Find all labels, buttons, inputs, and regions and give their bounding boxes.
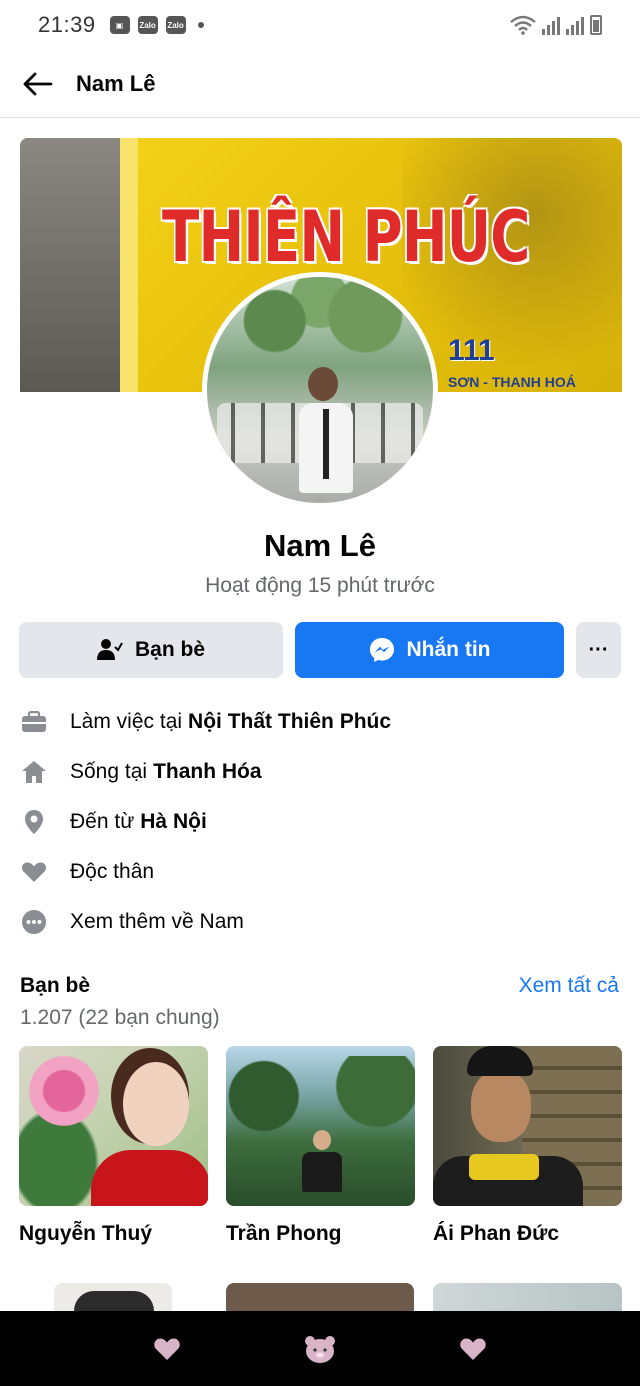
info-lives-prefix: Sống tại [70, 760, 148, 783]
battery-icon [590, 15, 602, 35]
header-title: Nam Lê [76, 70, 156, 96]
top-app-bar: Nam Lê [0, 50, 640, 118]
friend-photo-partial[interactable] [433, 1283, 622, 1313]
info-work-value: Nội Thất Thiên Phúc [188, 710, 392, 733]
friend-card[interactable]: Nguyễn Thuý [19, 1046, 208, 1246]
cover-sign-text: THIÊN PHÚC [162, 196, 530, 278]
nav-heart-button[interactable] [147, 1329, 187, 1369]
gallery-icon: ▣ [109, 16, 130, 34]
arrow-left-icon [23, 72, 53, 95]
nav-bear-button[interactable] [300, 1329, 340, 1369]
info-from[interactable]: Đến từ Hà Nội [20, 797, 620, 847]
more-options-button[interactable]: ··· [576, 622, 621, 678]
friends-section-title: Bạn bè [20, 974, 91, 997]
friend-card[interactable]: Ái Phan Đức [433, 1046, 622, 1246]
zalo-icon: Zalo [165, 16, 186, 34]
more-notifications-dot-icon [197, 22, 204, 28]
info-relationship[interactable]: Độc thân [20, 847, 620, 897]
more-icon: ··· [588, 638, 609, 661]
info-relationship-value: Độc thân [70, 860, 155, 883]
info-from-value: Hà Nội [140, 810, 207, 833]
message-button-label: Nhắn tin [406, 638, 491, 661]
cover-sign-subtext: SƠN - THANH HOÁ [448, 374, 576, 390]
friends-count: 1.207 (22 bạn chung) [20, 1006, 220, 1029]
system-navigation-bar [0, 1311, 640, 1386]
system-icons [510, 15, 602, 35]
profile-name: Nam Lê [264, 528, 376, 563]
info-lives[interactable]: Sống tại Thanh Hóa [20, 747, 620, 797]
info-lives-value: Thanh Hóa [153, 760, 262, 783]
info-see-more[interactable]: Xem thêm về Nam [20, 897, 620, 947]
message-button[interactable]: Nhắn tin [295, 622, 564, 678]
more-horizontal-circle-icon [20, 908, 48, 936]
friend-photo[interactable] [433, 1046, 622, 1206]
info-from-prefix: Đến từ [70, 810, 135, 833]
back-button[interactable] [22, 68, 54, 100]
friend-photo[interactable] [19, 1046, 208, 1206]
nav-heart-button[interactable] [453, 1329, 493, 1369]
friend-name[interactable]: Nguyễn Thuý [19, 1222, 208, 1246]
bear-face-icon [304, 1335, 335, 1363]
profile-intro: Làm việc tại Nội Thất Thiên Phúc Sống tạ… [20, 697, 620, 947]
friends-button-label: Bạn bè [134, 638, 205, 661]
friend-photo-partial[interactable] [226, 1283, 414, 1313]
friend-photo[interactable] [226, 1046, 415, 1206]
status-bar: 21:39 ▣ Zalo Zalo [0, 0, 640, 50]
wifi-icon [510, 15, 536, 35]
signal-icon [542, 17, 560, 35]
home-icon [20, 758, 48, 786]
profile-avatar[interactable] [202, 272, 438, 508]
briefcase-icon [20, 708, 48, 736]
heart-icon [20, 858, 48, 886]
heart-icon [153, 1338, 180, 1360]
cover-sign-number: 111 [448, 334, 495, 367]
friend-photo-partial[interactable] [54, 1283, 172, 1313]
zalo-icon: Zalo [137, 16, 158, 34]
heart-icon [460, 1338, 487, 1360]
friends-button[interactable]: Bạn bè [19, 622, 283, 678]
info-work-prefix: Làm việc tại [70, 710, 183, 733]
active-status: Hoạt động 15 phút trước [205, 574, 435, 597]
notification-icons: ▣ Zalo Zalo [109, 16, 204, 34]
see-all-friends-link[interactable]: Xem tất cả [519, 974, 619, 998]
info-work[interactable]: Làm việc tại Nội Thất Thiên Phúc [20, 697, 620, 747]
info-see-more-label: Xem thêm về Nam [70, 910, 244, 933]
messenger-icon [369, 638, 394, 662]
status-time: 21:39 [38, 12, 96, 37]
friend-check-icon [96, 639, 123, 660]
friend-name[interactable]: Ái Phan Đức [433, 1222, 622, 1246]
friend-name[interactable]: Trần Phong [226, 1222, 415, 1246]
signal-icon [566, 17, 584, 35]
location-pin-icon [20, 808, 48, 836]
friend-card[interactable]: Trần Phong [226, 1046, 415, 1246]
